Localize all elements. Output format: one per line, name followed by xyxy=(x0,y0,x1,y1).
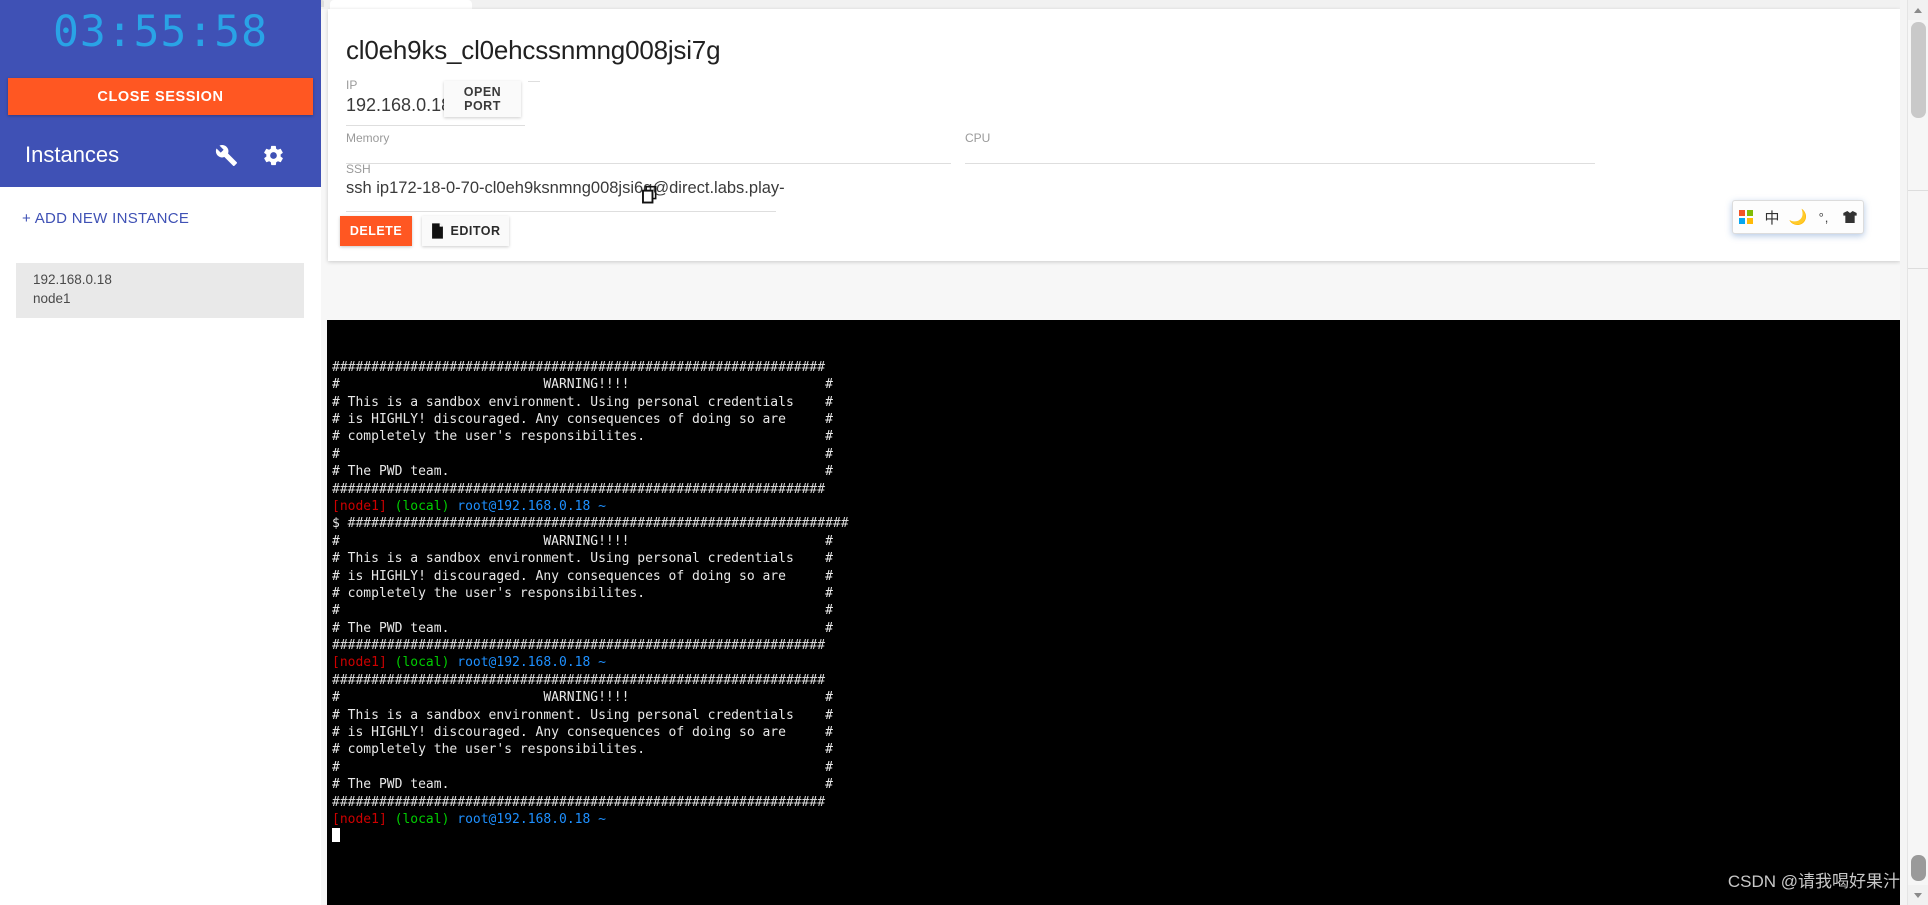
windows-logo-icon[interactable] xyxy=(1736,206,1756,228)
ssh-field-label: SSH xyxy=(346,162,371,176)
close-session-button[interactable]: CLOSE SESSION xyxy=(8,78,313,115)
scrollbar-tick xyxy=(1908,190,1928,191)
app-root: 03:55:58 CLOSE SESSION Instances + ADD N… xyxy=(0,0,1928,905)
main-content: cl0eh9ks_cl0ehcssnmng008jsi7g IP 192.168… xyxy=(321,9,1907,905)
ip-field-value: 192.168.0.18 xyxy=(346,95,452,115)
sidebar-header: 03:55:58 CLOSE SESSION Instances xyxy=(0,0,321,187)
ip-field-label: IP xyxy=(346,78,358,92)
page-scrollbar[interactable] xyxy=(1907,0,1928,905)
port-field-underline-stub xyxy=(528,81,540,82)
terminal-line: # WARNING!!!! # xyxy=(332,377,833,393)
terminal-line: # WARNING!!!! # xyxy=(332,533,833,549)
terminal-line xyxy=(332,828,1902,845)
terminal-line: # This is a sandbox environment. Using p… xyxy=(332,551,833,567)
scrollbar-down-arrow[interactable] xyxy=(1908,885,1928,905)
ssh-field-value: ssh ip172-18-0-70-cl0eh9ksnmng008jsi6g@d… xyxy=(346,179,785,197)
terminal-line: # The PWD team. # xyxy=(332,620,833,636)
terminal-line: # WARNING!!!! # xyxy=(332,690,833,706)
terminal-line: # completely the user's responsibilites.… xyxy=(332,742,833,758)
terminal-line: ########################################… xyxy=(332,638,826,654)
terminal-line: [node1] (local) root@192.168.0.18 ~ xyxy=(332,811,606,827)
scrollbar-up-arrow[interactable] xyxy=(1908,0,1928,20)
ip-field-underline xyxy=(346,125,525,126)
instance-ip: 192.168.0.18 xyxy=(33,272,112,287)
terminal-output: ########################################… xyxy=(332,359,1902,846)
editor-button-label: EDITOR xyxy=(450,224,501,238)
moon-icon[interactable]: 🌙 xyxy=(1788,206,1808,228)
memory-field-label: Memory xyxy=(346,131,390,145)
memory-field: Memory xyxy=(346,131,951,164)
page-right-gutter xyxy=(1900,0,1907,905)
add-new-instance-button[interactable]: + ADD NEW INSTANCE xyxy=(22,210,189,227)
session-timer: 03:55:58 xyxy=(52,7,269,57)
cpu-field-underline xyxy=(965,163,1595,164)
terminal-line: ########################################… xyxy=(332,794,826,810)
page-title: cl0eh9ks_cl0ehcssnmng008jsi7g xyxy=(346,35,721,65)
terminal-cursor xyxy=(332,828,340,843)
sidebar: 03:55:58 CLOSE SESSION Instances + ADD N… xyxy=(0,0,321,905)
scrollbar-thumb-secondary[interactable] xyxy=(1911,855,1926,881)
instance-name: node1 xyxy=(33,291,71,306)
terminal-line: # is HIGHLY! discouraged. Any consequenc… xyxy=(332,568,833,584)
ime-toolbar[interactable]: 中 🌙 °, xyxy=(1732,200,1864,234)
terminal-line: # is HIGHLY! discouraged. Any consequenc… xyxy=(332,411,833,427)
terminal-line: # completely the user's responsibilites.… xyxy=(332,429,833,445)
delete-button[interactable]: DELETE xyxy=(340,216,412,246)
terminal-line: [node1] (local) root@192.168.0.18 ~ xyxy=(332,498,606,514)
sidebar-instance-node1[interactable]: 192.168.0.18 node1 xyxy=(16,263,304,318)
terminal-line: # This is a sandbox environment. Using p… xyxy=(332,707,833,723)
ssh-field-underline xyxy=(346,211,776,212)
cpu-field: CPU xyxy=(965,131,1595,164)
terminal-line: # This is a sandbox environment. Using p… xyxy=(332,394,833,410)
instance-detail-card: cl0eh9ks_cl0ehcssnmng008jsi7g IP 192.168… xyxy=(328,9,1900,261)
instances-header-row: Instances xyxy=(0,126,321,182)
terminal-line: ########################################… xyxy=(332,359,826,375)
terminal-line: ########################################… xyxy=(332,672,826,688)
terminal-line: # The PWD team. # xyxy=(332,464,833,480)
cpu-field-label: CPU xyxy=(965,131,991,145)
terminal-line: # # xyxy=(332,759,833,775)
shirt-icon[interactable] xyxy=(1840,206,1860,228)
terminal-line: # # xyxy=(332,446,833,462)
instances-title: Instances xyxy=(25,142,120,167)
ime-language-toggle[interactable]: 中 xyxy=(1762,206,1782,228)
terminal-line: # completely the user's responsibilites.… xyxy=(332,585,833,601)
file-icon xyxy=(431,223,444,239)
terminal-line: # The PWD team. # xyxy=(332,777,833,793)
terminal-line: # is HIGHLY! discouraged. Any consequenc… xyxy=(332,725,833,741)
terminal[interactable]: ########################################… xyxy=(327,320,1902,905)
terminal-line: ########################################… xyxy=(332,481,826,497)
editor-button[interactable]: EDITOR xyxy=(422,216,509,246)
scrollbar-tick xyxy=(1908,268,1928,269)
terminal-line: [node1] (local) root@192.168.0.18 ~ xyxy=(332,655,606,671)
wrench-icon[interactable] xyxy=(215,144,241,170)
scrollbar-thumb[interactable] xyxy=(1911,22,1926,118)
ime-punctuation-toggle[interactable]: °, xyxy=(1814,206,1834,228)
terminal-line: # # xyxy=(332,603,833,619)
gear-icon[interactable] xyxy=(262,144,288,170)
ssh-field[interactable]: SSH ssh ip172-18-0-70-cl0eh9ksnmng008jsi… xyxy=(346,162,785,212)
terminal-line: $ ######################################… xyxy=(332,516,849,532)
browser-tab-active[interactable] xyxy=(330,0,472,9)
copy-icon[interactable] xyxy=(641,183,664,207)
open-port-button[interactable]: OPEN PORT xyxy=(444,81,521,117)
